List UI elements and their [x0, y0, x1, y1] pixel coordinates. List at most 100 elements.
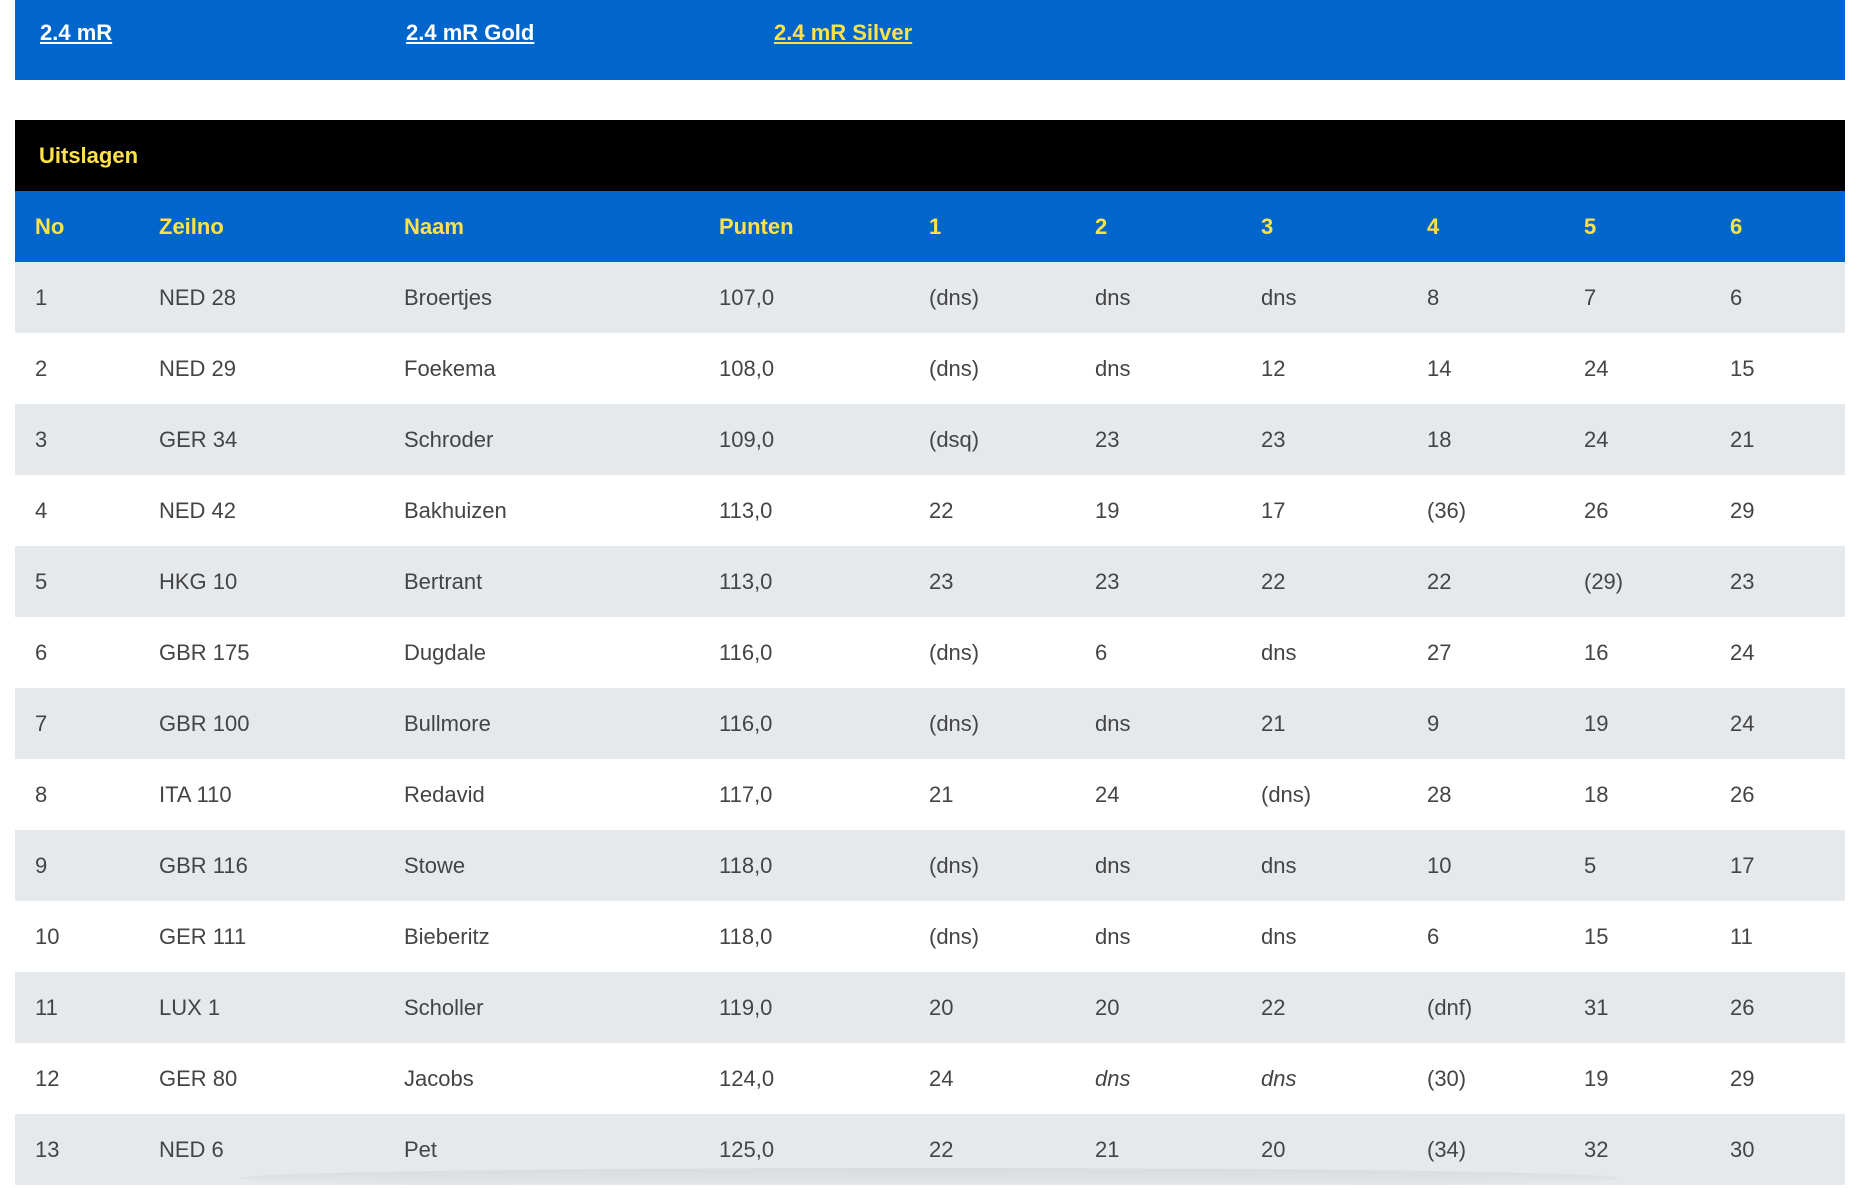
cell-race-3: dns — [1261, 1065, 1297, 1091]
cell-race-4: 8 — [1427, 284, 1440, 310]
cell-race-3: 17 — [1261, 497, 1286, 523]
nav-link-2-4-mr-silver[interactable]: 2.4 mR Silver — [774, 20, 912, 46]
table-row: 1 NED 28 Broertjes 107,0 (dns) dns dns 8 7 6 — [15, 262, 1845, 333]
cell-zeilno: GBR 116 — [159, 852, 248, 878]
page-wrapper: 2.4 mR 2.4 mR Gold 2.4 mR Silver Uitslag… — [15, 0, 1845, 1185]
cell-race-6: 21 — [1730, 426, 1755, 452]
cell-race-6: 23 — [1730, 568, 1755, 594]
cell-race-2: dns — [1095, 852, 1131, 878]
col-header-race-1: 1 — [929, 213, 942, 239]
cell-zeilno: GER 80 — [159, 1065, 238, 1091]
cell-race-4: 9 — [1427, 710, 1440, 736]
cell-naam: Foekema — [404, 355, 496, 381]
col-header-race-5: 5 — [1584, 213, 1597, 239]
nav-link-2-4-mr[interactable]: 2.4 mR — [40, 20, 112, 46]
cell-zeilno: HKG 10 — [159, 568, 238, 594]
cell-race-3: dns — [1261, 852, 1297, 878]
cell-race-2: 6 — [1095, 639, 1108, 665]
cell-race-3: dns — [1261, 639, 1297, 665]
cell-race-2: dns — [1095, 284, 1131, 310]
col-header-punten: Punten — [719, 213, 794, 239]
cell-race-3: (dns) — [1261, 781, 1312, 807]
cell-no: 9 — [35, 852, 48, 878]
cell-race-2: 19 — [1095, 497, 1120, 523]
cell-no: 13 — [35, 1136, 60, 1162]
cell-race-5: 24 — [1584, 355, 1609, 381]
cell-no: 10 — [35, 923, 60, 949]
col-header-race-4: 4 — [1427, 213, 1440, 239]
col-header-race-2: 2 — [1095, 213, 1108, 239]
cell-zeilno: GBR 175 — [159, 639, 250, 665]
cell-punten: 119,0 — [719, 994, 773, 1020]
results-body: 1 NED 28 Broertjes 107,0 (dns) dns dns 8 7 6 2 NED … — [15, 262, 1845, 1185]
table-row: 7 GBR 100 Bullmore 116,0 (dns) dns 21 9 19 24 — [15, 688, 1845, 759]
class-nav-bar: 2.4 mR 2.4 mR Gold 2.4 mR Silver — [15, 0, 1845, 80]
cell-no: 8 — [35, 781, 48, 807]
cell-race-4: 6 — [1427, 923, 1440, 949]
cell-punten: 109,0 — [719, 426, 775, 452]
cell-race-2: 20 — [1095, 994, 1120, 1020]
cell-race-1: (dns) — [929, 852, 980, 878]
cell-naam: Bieberitz — [404, 923, 490, 949]
cell-zeilno: GER 34 — [159, 426, 238, 452]
cell-race-1: 23 — [929, 568, 954, 594]
cell-punten: 113,0 — [719, 497, 773, 523]
cell-no: 11 — [35, 994, 58, 1020]
cell-race-2: 24 — [1095, 781, 1120, 807]
cell-race-2: 23 — [1095, 426, 1120, 452]
cell-race-5: 5 — [1584, 852, 1597, 878]
cell-race-4: 14 — [1427, 355, 1452, 381]
table-row: 2 NED 29 Foekema 108,0 (dns) dns 12 14 24 15 — [15, 333, 1845, 404]
cell-race-4: (30) — [1427, 1065, 1467, 1091]
table-row: 9 GBR 116 Stowe 118,0 (dns) dns dns 10 5 17 — [15, 830, 1845, 901]
cell-race-4: 28 — [1427, 781, 1452, 807]
cell-naam: Stowe — [404, 852, 466, 878]
table-row: 5 HKG 10 Bertrant 113,0 23 23 22 22 (29) 23 — [15, 546, 1845, 617]
nav-link-2-4-mr-gold[interactable]: 2.4 mR Gold — [406, 20, 534, 46]
cell-naam: Bakhuizen — [404, 497, 507, 523]
cell-race-5: 24 — [1584, 426, 1609, 452]
cell-punten: 107,0 — [719, 284, 775, 310]
cell-race-2: dns — [1095, 710, 1131, 736]
cell-naam: Broertjes — [404, 284, 493, 310]
cell-race-5: 15 — [1584, 923, 1609, 949]
cell-race-6: 11 — [1730, 923, 1753, 949]
results-title: Uitslagen — [15, 120, 1845, 191]
cell-race-3: 12 — [1261, 355, 1286, 381]
cell-no: 6 — [35, 639, 48, 665]
cell-zeilno: LUX 1 — [159, 994, 221, 1020]
cell-race-6: 26 — [1730, 994, 1755, 1020]
cell-zeilno: GER 111 — [159, 923, 247, 949]
cell-race-6: 24 — [1730, 639, 1755, 665]
cell-punten: 118,0 — [719, 923, 773, 949]
cell-race-1: (dns) — [929, 355, 980, 381]
col-header-naam: Naam — [404, 213, 464, 239]
cell-punten: 113,0 — [719, 568, 773, 594]
table-row: 6 GBR 175 Dugdale 116,0 (dns) 6 dns 27 16 24 — [15, 617, 1845, 688]
cell-race-6: 30 — [1730, 1136, 1755, 1162]
cell-race-1: (dns) — [929, 639, 980, 665]
cell-race-3: dns — [1261, 923, 1297, 949]
cell-race-1: 22 — [929, 497, 954, 523]
cell-race-2: 23 — [1095, 568, 1120, 594]
col-header-race-3: 3 — [1261, 213, 1274, 239]
cell-no: 2 — [35, 355, 48, 381]
cell-race-5: 18 — [1584, 781, 1609, 807]
cell-race-3: 21 — [1261, 710, 1286, 736]
cell-race-2: dns — [1095, 355, 1131, 381]
table-row: 10 GER 111 Bieberitz 118,0 (dns) dns dns 6 15 11 — [15, 901, 1845, 972]
col-header-zeilno: Zeilno — [159, 213, 224, 239]
table-row: 8 ITA 110 Redavid 117,0 21 24 (dns) 28 18 26 — [15, 759, 1845, 830]
cell-race-4: 10 — [1427, 852, 1452, 878]
cell-race-5: 19 — [1584, 710, 1609, 736]
cell-no: 3 — [35, 426, 48, 452]
cell-race-6: 29 — [1730, 1065, 1755, 1091]
cell-race-3: 23 — [1261, 426, 1286, 452]
cell-naam: Redavid — [404, 781, 485, 807]
cell-race-4: (dnf) — [1427, 994, 1473, 1020]
cell-race-1: (dsq) — [929, 426, 980, 452]
cell-race-1: (dns) — [929, 284, 980, 310]
col-header-no: No — [35, 213, 65, 239]
cell-punten: 117,0 — [719, 781, 773, 807]
cell-race-3: 22 — [1261, 994, 1286, 1020]
